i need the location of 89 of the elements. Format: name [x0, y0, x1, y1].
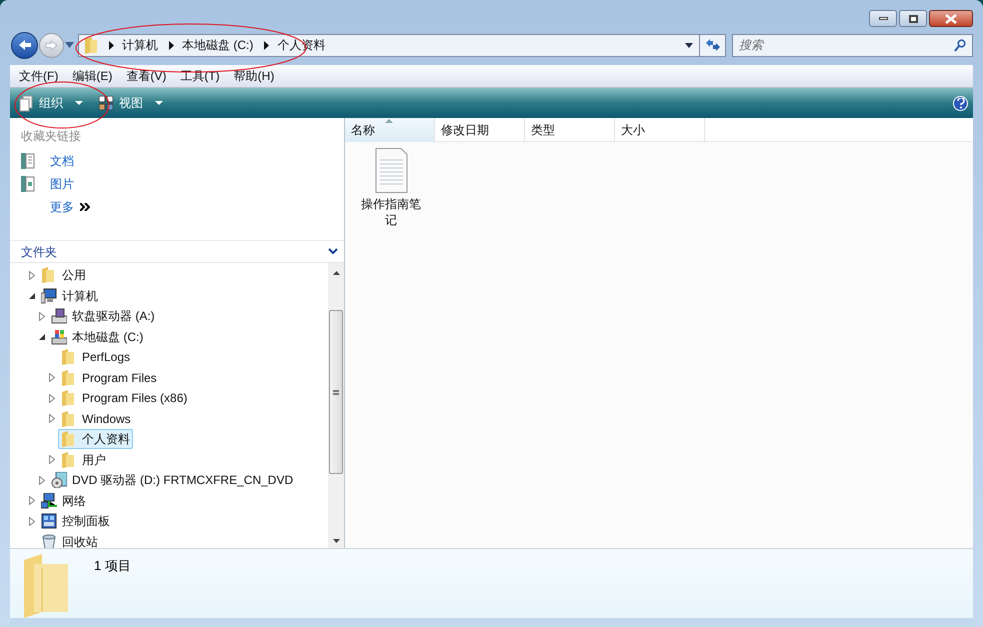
- folder-icon: [61, 431, 77, 448]
- toolbar-button[interactable]: 组织: [15, 91, 87, 115]
- question-mark-icon: [956, 98, 966, 108]
- collapsed-arrow-icon[interactable]: [49, 373, 55, 382]
- caret-icon: [155, 101, 163, 105]
- column-header[interactable]: 名称: [345, 118, 435, 142]
- breadcrumb-arrow-icon: [264, 40, 270, 50]
- help-icon[interactable]: [953, 96, 968, 110]
- collapsed-arrow-icon[interactable]: [29, 270, 35, 280]
- favorite-link[interactable]: 更多: [50, 198, 74, 216]
- history-caret-icon: [65, 42, 74, 48]
- pictures-library-icon: [21, 176, 35, 192]
- refresh-arrows-icon: [704, 38, 720, 52]
- caret-icon: [75, 101, 83, 105]
- column-header[interactable]: 类型: [525, 118, 615, 142]
- dropdown-caret-icon: [685, 42, 693, 48]
- back-arrow-icon: [18, 39, 32, 51]
- column-header[interactable]: 修改日期: [435, 118, 525, 142]
- scroll-up-icon[interactable]: [332, 271, 340, 275]
- scroll-down-icon[interactable]: [332, 539, 340, 543]
- collapsed-arrow-icon[interactable]: [29, 496, 35, 506]
- maximize-button[interactable]: [899, 10, 927, 27]
- drive-icon: [51, 328, 67, 345]
- menu-item[interactable]: 文件(F): [12, 67, 66, 85]
- floppy-drive-icon: [51, 308, 67, 324]
- refresh-button[interactable]: [700, 34, 726, 56]
- collapsed-arrow-icon[interactable]: [49, 414, 55, 424]
- collapsed-arrow-icon[interactable]: [49, 455, 55, 464]
- disc-drive-icon: [51, 472, 67, 488]
- close-icon: [945, 14, 957, 24]
- scroll-thumb[interactable]: [329, 310, 343, 474]
- grid-icon: [99, 96, 113, 110]
- collapsed-arrow-icon[interactable]: [29, 516, 35, 526]
- tree-item[interactable]: PerfLogs: [58, 347, 134, 368]
- expanded-arrow-icon[interactable]: [39, 334, 45, 340]
- search-field[interactable]: 搜索: [732, 34, 973, 56]
- folder-icon: [61, 390, 77, 406]
- tree-item[interactable]: Windows: [58, 408, 134, 429]
- toolbar-button[interactable]: 视图: [95, 91, 167, 115]
- breadcrumb-arrow-icon: [169, 40, 174, 50]
- tree-item[interactable]: 用户: [58, 450, 109, 470]
- tree-item[interactable]: 软盘驱动器 (A:): [48, 306, 158, 326]
- folder-icon: [41, 267, 57, 284]
- tree-item[interactable]: 计算机: [38, 286, 101, 306]
- sort-arrow-icon: [385, 119, 393, 123]
- menu-item[interactable]: 编辑(E): [65, 67, 120, 85]
- expanded-arrow-icon[interactable]: [29, 292, 35, 299]
- pages-icon: [19, 94, 33, 112]
- back-button[interactable]: [11, 32, 38, 58]
- scrollbar[interactable]: [328, 263, 344, 548]
- close-button[interactable]: [929, 10, 973, 27]
- menu-item[interactable]: 帮助(H): [226, 67, 282, 85]
- breadcrumb[interactable]: 本地磁盘 (C:): [182, 36, 254, 54]
- search-icon: [954, 38, 966, 52]
- folder-icon: [84, 36, 98, 54]
- text-file-icon: [374, 148, 408, 193]
- documents-library-icon: [21, 153, 35, 169]
- column-header[interactable]: 大小: [615, 118, 705, 142]
- collapsed-arrow-icon[interactable]: [39, 476, 45, 485]
- double-chevron-icon: [80, 203, 90, 211]
- item-count: 1 项目: [94, 557, 131, 574]
- collapsed-arrow-icon[interactable]: [49, 394, 55, 403]
- tree-item[interactable]: 个人资料: [58, 429, 133, 450]
- collapse-chevron-icon[interactable]: [328, 248, 338, 255]
- section-title: 文件夹: [21, 244, 57, 260]
- folder-icon: [61, 410, 77, 427]
- folder-icon: [61, 452, 77, 468]
- tree-item[interactable]: 网络: [38, 490, 89, 511]
- tree-item[interactable]: 本地磁盘 (C:): [48, 326, 146, 347]
- tree-item[interactable]: Program Files (x86): [58, 388, 190, 408]
- computer-icon: [41, 288, 57, 304]
- breadcrumb[interactable]: 计算机: [122, 36, 158, 54]
- collapsed-arrow-icon[interactable]: [39, 312, 45, 321]
- network-icon: [41, 492, 57, 509]
- file-name[interactable]: 操作指南笔记: [360, 196, 422, 228]
- section-title: 收藏夹链接: [21, 128, 82, 145]
- folder-icon: [61, 349, 77, 366]
- folder-icon: [61, 370, 77, 386]
- tree-item[interactable]: DVD 驱动器 (D:) FRTMCXFRE_CN_DVD: [48, 470, 296, 490]
- forward-arrow-icon: [45, 40, 58, 50]
- menu-item[interactable]: 查看(V): [119, 67, 174, 85]
- tree-item[interactable]: 控制面板: [38, 511, 113, 532]
- breadcrumb-arrow-icon: [109, 40, 114, 50]
- minimize-button[interactable]: [869, 10, 897, 27]
- control-panel-icon: [41, 513, 57, 530]
- tree-item[interactable]: 公用: [38, 265, 89, 286]
- tree-item[interactable]: Program Files: [58, 368, 160, 388]
- favorite-link[interactable]: 图片: [50, 175, 74, 193]
- favorite-link[interactable]: 文档: [50, 152, 74, 170]
